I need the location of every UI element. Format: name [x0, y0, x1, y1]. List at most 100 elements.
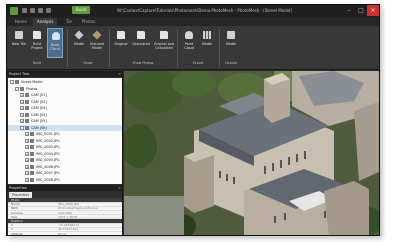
maximize-button[interactable]: □	[355, 5, 367, 16]
expand-icon[interactable]: +	[25, 145, 29, 149]
folder-icon	[25, 112, 29, 117]
tree-item[interactable]: + IMG_0003.JPG	[8, 144, 122, 150]
folder-icon	[25, 106, 29, 110]
expand-icon[interactable]: +	[25, 164, 29, 169]
ribbon-label: Build Cloud	[50, 43, 60, 51]
tab-photos[interactable]: Photos	[78, 18, 100, 26]
build-cloud-button[interactable]: Build Cloud	[47, 28, 63, 58]
tree-item-label: IMG_0005.JPG	[36, 158, 60, 162]
tree-item[interactable]: + CAM [02]	[8, 99, 122, 105]
textured-model-button[interactable]: Textured Model	[89, 28, 105, 58]
building	[324, 181, 369, 235]
expand-icon[interactable]: +	[25, 158, 29, 162]
group-label-upload: Upload	[225, 61, 237, 65]
3d-viewport[interactable]	[124, 71, 379, 235]
tree-item[interactable]: + IMG_0006.JPG	[8, 164, 122, 170]
build-project-button[interactable]: Build Project	[29, 28, 45, 58]
close-icon[interactable]: ×	[118, 71, 121, 77]
tree-item[interactable]: + IMG_0004.JPG	[8, 151, 122, 157]
properties-grid: Photo Name IMG_0006.JPG Path W:\ContextCaptu…	[8, 198, 122, 236]
ribbon-separator	[219, 29, 220, 67]
properties-header: Properties ×	[7, 185, 123, 191]
group-label-show-photos: Show Photos	[132, 61, 154, 65]
expand-icon[interactable]: +	[25, 171, 29, 175]
collapse-icon[interactable]: -	[15, 86, 19, 91]
tree-item-label: IMG_0002.JPG	[36, 138, 60, 143]
photo-icon	[30, 177, 34, 182]
tree-item[interactable]: + IMG_0005.JPG	[8, 157, 122, 163]
tree-item[interactable]: - Photos	[8, 86, 122, 92]
redo-icon[interactable]	[38, 8, 43, 13]
tab-tie[interactable]: Tie	[62, 18, 76, 26]
property-row[interactable]: Altitude 62.31	[8, 231, 122, 236]
expand-icon[interactable]: +	[20, 112, 24, 117]
tab-home[interactable]: Home	[11, 18, 31, 26]
ribbon-label: Original	[114, 42, 128, 46]
tree-item-label: CAM [05]	[31, 119, 47, 123]
tree-item[interactable]: + CAM [04]	[8, 112, 122, 118]
build-project-icon	[33, 31, 41, 39]
expand-icon[interactable]: +	[20, 119, 24, 123]
ribbon-label: New Tile	[11, 42, 26, 46]
tree-item[interactable]: + IMG_0007.JPG	[8, 170, 122, 176]
expand-icon[interactable]: +	[20, 99, 24, 104]
project-tree-title: Project Tree	[9, 72, 30, 76]
project-tree-header: Project Tree ×	[7, 71, 123, 77]
original-photos-button[interactable]: Original	[113, 28, 129, 58]
export-model-button[interactable]: Model	[199, 28, 215, 58]
tree-item-label: IMG_0003.JPG	[36, 145, 60, 149]
collapse-icon[interactable]: -	[10, 80, 14, 84]
tree-item-label: IMG_0007.JPG	[36, 171, 60, 175]
expand-icon[interactable]: +	[20, 93, 24, 97]
upload-model-icon	[227, 31, 235, 39]
3d-model-render	[124, 71, 379, 235]
save-icon[interactable]	[22, 8, 27, 13]
original-calculated-icon	[160, 31, 168, 39]
collapse-icon[interactable]: -	[20, 125, 24, 130]
folder-icon	[20, 86, 24, 91]
tree-item[interactable]: - CAM [06]	[8, 124, 122, 131]
ribbon: New Tile Build Project Build Cloud Model…	[7, 26, 379, 70]
build-badge[interactable]: Build	[72, 6, 91, 14]
ribbon-label: Calculated	[132, 42, 150, 46]
folder-icon	[25, 119, 29, 123]
property-key: Altitude	[11, 231, 23, 236]
folder-icon	[25, 93, 29, 97]
tree-item[interactable]: + IMG_0001.JPG	[8, 131, 122, 137]
expand-icon[interactable]: +	[25, 151, 29, 156]
export-point-cloud-button[interactable]: Point Cloud	[181, 28, 197, 58]
tree-item-label: CAM [02]	[31, 99, 47, 104]
tree-item[interactable]: + CAM [03]	[8, 105, 122, 111]
original-and-calculated-button[interactable]: Original and Calculated	[153, 28, 175, 58]
calculated-photos-button[interactable]: Calculated	[131, 28, 151, 58]
tree-item-label: Street Model	[21, 80, 43, 84]
close-icon[interactable]: ×	[118, 185, 121, 191]
tab-analysis[interactable]: Analysis	[33, 18, 58, 26]
tree-item[interactable]: + CAM [05]	[8, 118, 122, 124]
tree-item[interactable]: + IMG_0008.JPG	[8, 177, 122, 183]
tree-item[interactable]: + CAM [01]	[8, 92, 122, 98]
tree-item[interactable]: - Street Model	[8, 79, 122, 85]
undo-icon[interactable]	[30, 8, 35, 13]
expand-icon[interactable]: +	[25, 138, 29, 143]
expand-icon[interactable]: +	[20, 106, 24, 110]
build-cloud-icon	[52, 32, 60, 40]
upload-model-button[interactable]: Model	[223, 28, 239, 58]
street	[124, 196, 184, 235]
photo-icon	[30, 138, 34, 143]
tree-item-label: IMG_0004.JPG	[36, 151, 60, 156]
folder-icon	[25, 125, 29, 130]
close-button[interactable]: ×	[367, 5, 379, 16]
ribbon-label: Original and Calculated	[153, 42, 175, 50]
minimize-button[interactable]: –	[343, 5, 355, 16]
expand-icon[interactable]: +	[25, 177, 29, 182]
new-tile-button[interactable]: New Tile	[11, 28, 27, 58]
settings-icon[interactable]	[46, 8, 51, 13]
app-window: Build W:\ContextCapture\Tutorials\Photom…	[6, 4, 380, 236]
ribbon-tabs: Home Analysis Tie Photos	[7, 17, 379, 26]
show-model-button[interactable]: Model	[71, 28, 87, 58]
expand-icon[interactable]: +	[25, 132, 29, 136]
properties-title: Properties	[9, 186, 27, 190]
tree-item-label: CAM [03]	[31, 106, 47, 110]
tree-item[interactable]: + IMG_0002.JPG	[8, 138, 122, 144]
